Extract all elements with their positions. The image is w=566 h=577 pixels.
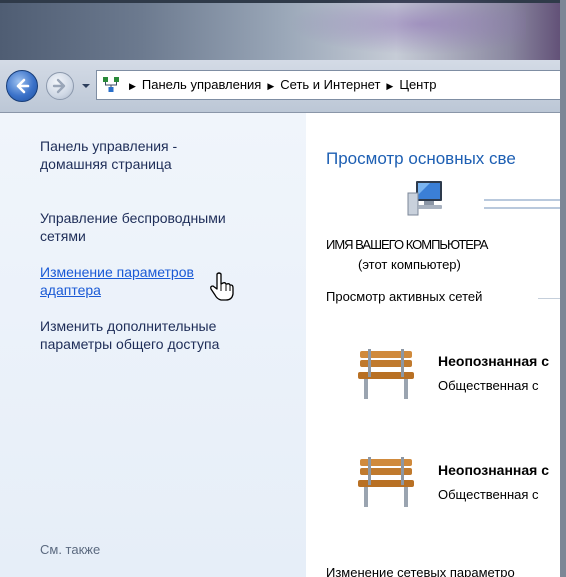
sidebar-item-sharing-settings[interactable]: Изменить дополнительные параметры общего…: [40, 317, 300, 353]
network-name: Неопознанная с: [438, 462, 550, 478]
breadcrumb-network-center[interactable]: Центр: [399, 71, 436, 99]
history-dropdown-icon[interactable]: [80, 80, 92, 92]
sidebar-item-change-adapter[interactable]: Изменение параметров адаптера: [40, 263, 300, 299]
breadcrumb-control-panel[interactable]: Панель управления: [142, 71, 261, 99]
network-type-link[interactable]: Общественная с: [438, 378, 539, 393]
computer-subtitle: (этот компьютер): [358, 257, 461, 272]
window-right-edge: [560, 0, 566, 577]
breadcrumb-separator-icon[interactable]: ▶: [129, 72, 136, 100]
park-bench-icon: [358, 457, 414, 507]
forward-arrow-icon: [52, 78, 66, 94]
group-divider: [538, 298, 560, 299]
sidebar-item-control-panel-home[interactable]: Панель управления - домашняя страница: [40, 137, 300, 173]
see-also-heading: См. также: [40, 542, 101, 557]
breadcrumb-separator-icon[interactable]: ▶: [386, 72, 393, 100]
aero-glow: [266, 0, 526, 60]
network-control-panel-icon: [103, 77, 119, 92]
breadcrumb: ▶ Панель управления ▶ Сеть и Интернет ▶ Центр: [123, 71, 437, 99]
back-button[interactable]: [6, 70, 38, 102]
breadcrumb-network-internet[interactable]: Сеть и Интернет: [280, 71, 380, 99]
back-arrow-icon: [16, 78, 30, 94]
address-bar[interactable]: ▶ Панель управления ▶ Сеть и Интернет ▶ Центр: [96, 70, 566, 100]
computer-monitor-icon: [407, 181, 442, 216]
park-bench-icon: [358, 349, 414, 399]
change-network-settings-heading: Изменение сетевых параметро: [326, 565, 515, 577]
network-name: Неопознанная с: [438, 353, 550, 369]
active-networks-heading: Просмотр активных сетей: [326, 289, 483, 304]
hand-cursor-icon: [210, 272, 234, 301]
breadcrumb-separator-icon[interactable]: ▶: [267, 72, 274, 100]
network-connection-line: [484, 199, 560, 209]
forward-button[interactable]: [46, 72, 74, 100]
network-type-link[interactable]: Общественная с: [438, 487, 539, 502]
window-title-bar: [0, 0, 566, 60]
page-title: Просмотр основных све: [326, 149, 516, 168]
computer-name: ИМЯ ВАШЕГО КОМПЬЮТЕРА: [326, 237, 488, 252]
main-pane: Просмотр основных све ИМЯ ВАШЕГО КОМПЬЮТ…: [306, 113, 560, 577]
sidebar-item-manage-wireless[interactable]: Управление беспроводными сетями: [40, 209, 300, 245]
